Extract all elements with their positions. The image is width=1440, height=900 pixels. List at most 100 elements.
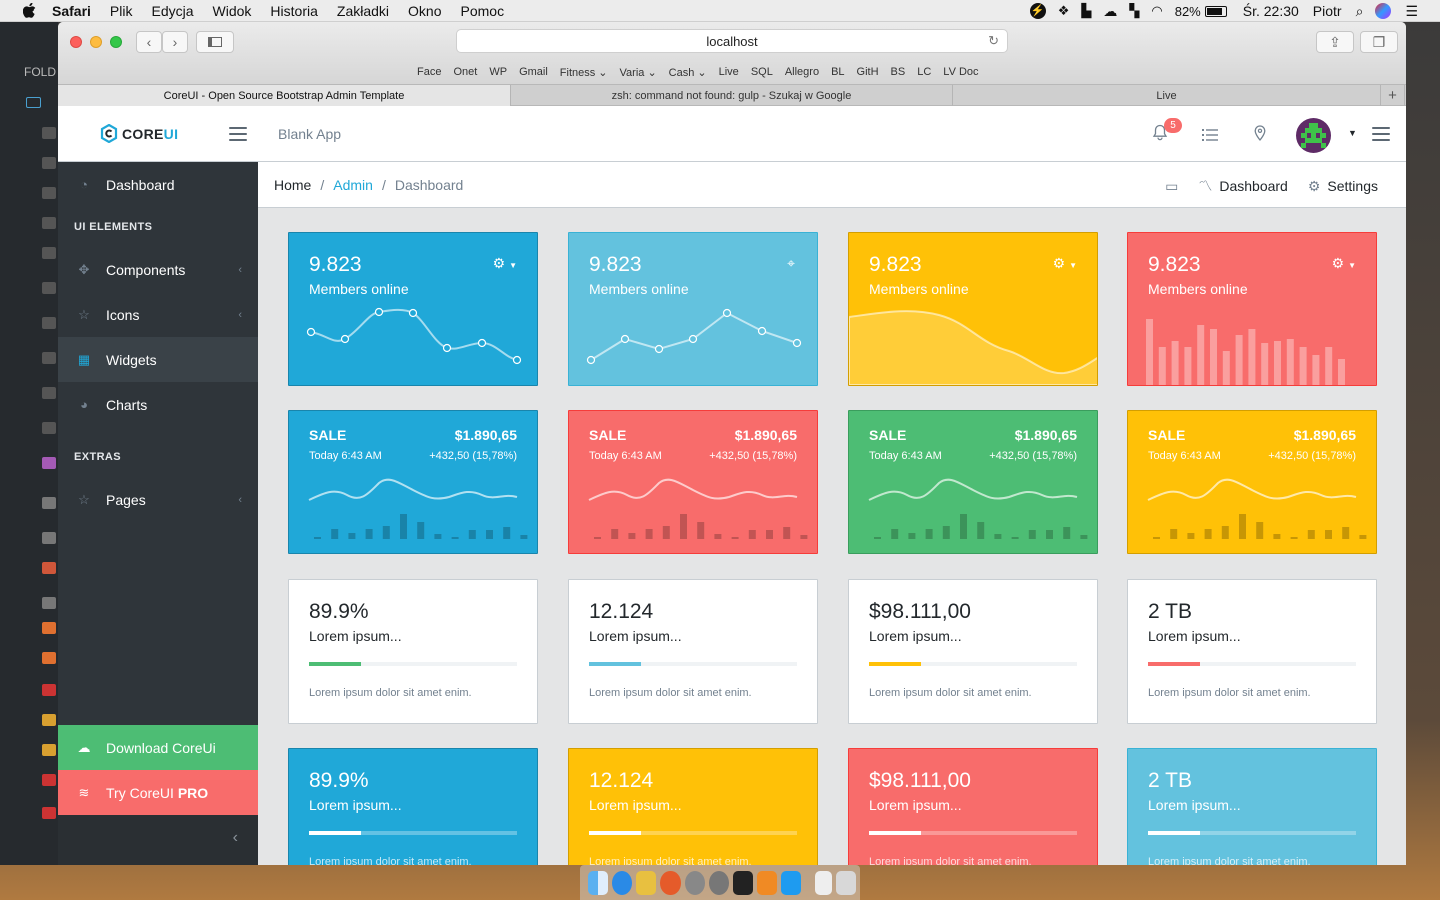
chart-bar: [1210, 329, 1217, 385]
clock[interactable]: Śr. 22:30: [1243, 3, 1299, 19]
zoom-window-button[interactable]: [110, 36, 122, 48]
breadcrumb-home[interactable]: Home: [274, 177, 311, 193]
cloud-icon[interactable]: ☁: [1103, 3, 1117, 20]
bolt-icon[interactable]: ⚡: [1029, 3, 1046, 19]
preview-icon[interactable]: [636, 870, 657, 895]
favorite-live[interactable]: Live: [719, 66, 739, 78]
sidebar-item-pages[interactable]: ☆ Pages ‹: [58, 477, 258, 522]
sale-amount: $1.890,65: [454, 427, 517, 443]
favorite-lv-doc[interactable]: LV Doc: [943, 66, 978, 78]
safari-icon[interactable]: [612, 870, 633, 895]
sidebar-minimizer[interactable]: ‹: [58, 815, 258, 865]
widget-value: 9.823: [869, 253, 922, 276]
stat-description: Lorem ipsum dolor sit amet enim.: [589, 856, 752, 865]
settings-icon[interactable]: [708, 870, 729, 895]
favorite-bl[interactable]: BL: [831, 66, 844, 78]
menu-okno[interactable]: Okno: [408, 3, 441, 19]
location-pin-icon[interactable]: [1254, 125, 1266, 145]
share-button[interactable]: ⇪: [1316, 31, 1354, 53]
apple-menu-icon[interactable]: [20, 3, 38, 19]
header-app-link[interactable]: Blank App: [278, 126, 341, 142]
layout-icon[interactable]: ▚: [1129, 3, 1139, 19]
breadcrumb-settings-link[interactable]: ⚙ Settings: [1308, 178, 1378, 195]
forklift-icon[interactable]: ▙: [1081, 3, 1091, 19]
tabs-overview-button[interactable]: ❐: [1360, 31, 1398, 53]
browser-tab-google[interactable]: zsh: command not found: gulp - Szukaj w …: [511, 85, 953, 106]
chart-bar: [1248, 329, 1256, 385]
back-button[interactable]: ‹: [136, 31, 162, 53]
minimize-window-button[interactable]: [90, 36, 102, 48]
location-pin-icon[interactable]: ⌖: [787, 255, 795, 272]
browser-tab-coreui[interactable]: CoreUI - Open Source Bootstrap Admin Tem…: [58, 85, 511, 106]
menu-pomoc[interactable]: Pomoc: [461, 3, 505, 19]
sidebar-item-charts[interactable]: ◕ Charts: [58, 382, 258, 427]
battery-icon[interactable]: [1204, 5, 1227, 17]
wifi-icon[interactable]: ◠: [1151, 3, 1162, 19]
favorite-bs[interactable]: BS: [891, 66, 906, 78]
reload-icon[interactable]: ↻: [988, 33, 999, 49]
notification-center-icon[interactable]: ☰: [1405, 3, 1418, 20]
dropbox-icon[interactable]: ❖: [1058, 3, 1070, 19]
file-icon: [42, 422, 56, 434]
browser-tab-live[interactable]: Live: [953, 85, 1381, 106]
app-store-icon[interactable]: [781, 870, 802, 895]
new-tab-button[interactable]: +: [1381, 85, 1405, 106]
spotlight-search-icon[interactable]: ⌕: [1356, 3, 1364, 20]
forward-button[interactable]: ›: [162, 31, 188, 53]
settings-dropdown[interactable]: ⚙ ▼: [1053, 255, 1077, 272]
stat-card-colored: $98.111,00 Lorem ipsum... Lorem ipsum do…: [848, 748, 1098, 865]
sidebar-item-components[interactable]: ✥ Components ‹: [58, 247, 258, 292]
sidebar-item-icons[interactable]: ☆ Icons ‹: [58, 292, 258, 337]
menu-zakladki[interactable]: Zakładki: [337, 3, 389, 19]
documents-icon[interactable]: [815, 870, 832, 895]
favorite-varia[interactable]: Varia ⌄: [620, 66, 657, 79]
list-icon[interactable]: [1202, 128, 1218, 145]
sublime-icon[interactable]: [757, 870, 778, 895]
firefox-icon[interactable]: [660, 870, 681, 895]
menu-edycja[interactable]: Edycja: [151, 3, 193, 19]
close-window-button[interactable]: [70, 36, 82, 48]
address-bar[interactable]: localhost ↻: [456, 29, 1008, 53]
favorite-onet[interactable]: Onet: [453, 66, 477, 78]
settings-dropdown[interactable]: ⚙ ▼: [1332, 255, 1356, 272]
caret-down-icon[interactable]: ▼: [1348, 128, 1357, 138]
sidebar-item-try-pro[interactable]: ≋ Try CoreUI PRO: [58, 770, 258, 815]
user-avatar[interactable]: [1296, 118, 1331, 153]
speech-icon[interactable]: ▭: [1165, 178, 1178, 195]
breadcrumb-dashboard-link[interactable]: 〽 Dashboard: [1198, 176, 1288, 196]
favorite-cash[interactable]: Cash ⌄: [669, 66, 707, 79]
chrome-icon[interactable]: [684, 870, 705, 895]
menu-widok[interactable]: Widok: [213, 3, 252, 19]
chart-bar: [486, 530, 493, 539]
sidebar-item-dashboard[interactable]: ◔ Dashboard: [58, 162, 258, 207]
favorite-sql[interactable]: SQL: [751, 66, 773, 78]
widget-label: Members online: [869, 281, 969, 297]
favorite-fitness[interactable]: Fitness ⌄: [560, 66, 608, 79]
logo-text-core: CORE: [122, 125, 164, 142]
sidebar-toggler-hamburger-icon[interactable]: [229, 127, 247, 141]
favorite-wp[interactable]: WP: [489, 66, 507, 78]
favorite-gmail[interactable]: Gmail: [519, 66, 548, 78]
favorite-github[interactable]: GitH: [857, 66, 879, 78]
favorite-allegro[interactable]: Allegro: [785, 66, 819, 78]
chart-point: [408, 308, 418, 318]
coreui-logo[interactable]: CORE UI: [100, 124, 178, 143]
sidebar-toggle-button[interactable]: [196, 31, 234, 53]
sidebar-item-widgets[interactable]: ▦ Widgets: [58, 337, 258, 382]
aside-toggler-hamburger-icon[interactable]: [1372, 127, 1390, 141]
siri-icon[interactable]: [1375, 3, 1392, 19]
trash-icon[interactable]: [835, 870, 857, 895]
favorite-lc[interactable]: LC: [917, 66, 931, 78]
terminal-icon[interactable]: [732, 870, 754, 895]
menu-plik[interactable]: Plik: [110, 3, 133, 19]
favorite-face[interactable]: Face: [417, 66, 441, 78]
menu-historia[interactable]: Historia: [270, 3, 317, 19]
menu-safari[interactable]: Safari: [52, 3, 91, 19]
user-name[interactable]: Piotr: [1313, 3, 1342, 19]
finder-icon[interactable]: [588, 870, 609, 895]
breadcrumb-admin[interactable]: Admin: [333, 177, 373, 193]
stat-label: Lorem ipsum...: [1148, 797, 1241, 813]
sidebar-item-download[interactable]: ☁ Download CoreUi: [58, 725, 258, 770]
gear-icon: ⚙: [1331, 255, 1345, 271]
settings-dropdown[interactable]: ⚙ ▼: [493, 255, 517, 272]
